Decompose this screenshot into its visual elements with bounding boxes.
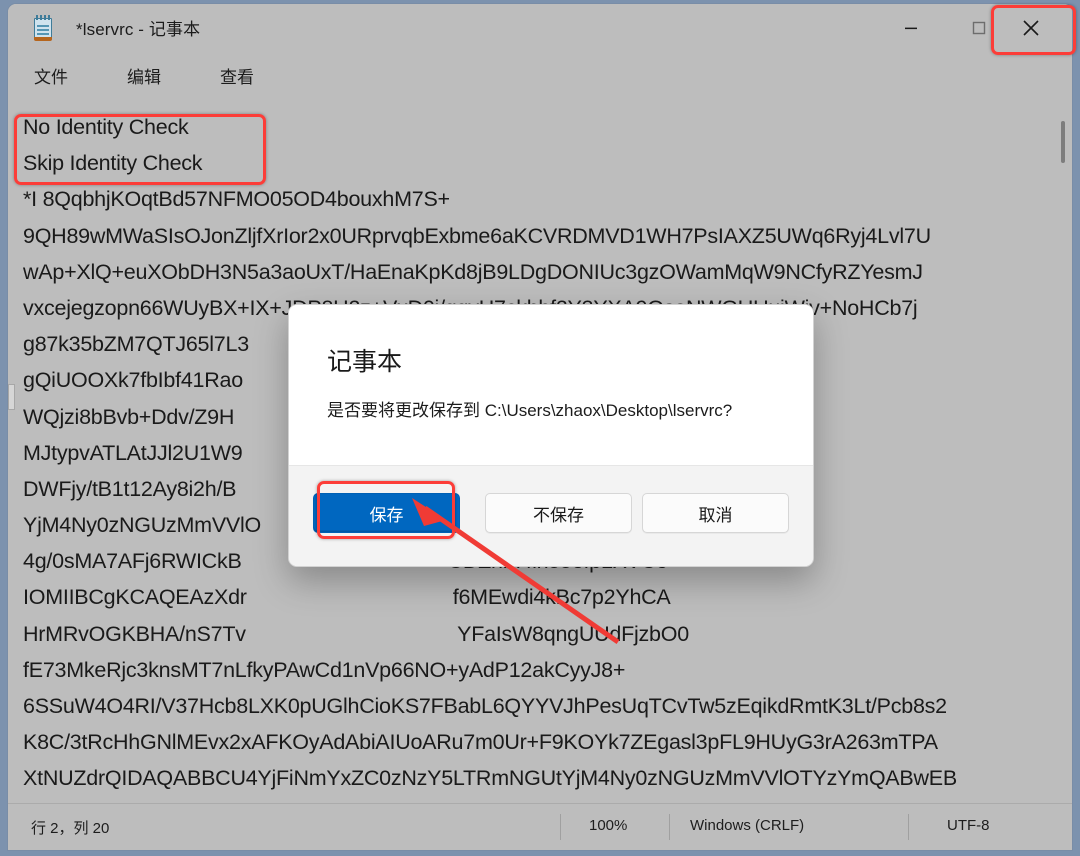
dialog-message: 是否要将更改保存到 C:\Users\zhaox\Desktop\lservrc… (327, 401, 733, 420)
editor-line: Skip Identity Check (23, 151, 203, 176)
status-cursor-position: 行 2，列 20 (31, 820, 110, 837)
editor-line: 6SSuW4O4RI/V37Hcb8LXK0pUGlhCioKS7FBabL6Q… (23, 694, 947, 718)
editor-line: *I 8QqbhjKOqtBd57NFMO05OD4bouxhM7S+ (23, 187, 450, 212)
left-scroll-nub[interactable] (8, 384, 15, 410)
title-bar: *lservrc - 记事本 (8, 4, 1072, 51)
save-changes-dialog: 记事本 是否要将更改保存到 C:\Users\zhaox\Desktop\lse… (288, 304, 814, 567)
dialog-body: 记事本 是否要将更改保存到 C:\Users\zhaox\Desktop\lse… (289, 305, 813, 465)
editor-line: XtNUZdrQIDAQABBCU4YjFiNmYxZC0zNzY5LTRmNG… (23, 766, 957, 791)
status-zoom-level[interactable]: 100% (589, 817, 627, 834)
editor-line: No Identity Check (23, 115, 189, 139)
cancel-button[interactable]: 取消 (642, 493, 789, 533)
status-divider (908, 814, 909, 840)
maximize-button[interactable] (956, 4, 1002, 51)
dialog-footer: 保存 不保存 取消 (289, 465, 813, 566)
editor-line: wAp+XlQ+euXObDH3N5a3aoUxT/HaEnaKpKd8jB9L… (23, 259, 923, 284)
minimize-icon (905, 27, 917, 29)
screen-root: *lservrc - 记事本 文件 编辑 查看 No Identity Chec… (0, 0, 1080, 856)
close-button[interactable] (1008, 4, 1054, 51)
menu-item-view[interactable]: 查看 (214, 63, 260, 93)
menu-item-file[interactable]: 文件 (28, 63, 74, 93)
editor-line: K8C/3tRcHhGNlMEvx2xAFKOyAdAbiAIUoARu7m0U… (23, 730, 938, 755)
close-icon (1023, 19, 1039, 36)
editor-line: HrMRvOGKBHA/nS7Tv YFaIsW8qngUUdFjzbO0 (23, 621, 689, 646)
save-button[interactable]: 保存 (313, 493, 460, 533)
dont-save-button[interactable]: 不保存 (485, 493, 632, 533)
editor-line: fE73MkeRjc3knsMT7nLfkyPAwCd1nVp66NO+yAdP… (23, 657, 626, 682)
notepad-icon (31, 15, 55, 41)
editor-line: IOMIIBCgKCAQEAzXdr f6MEwdi4kBc7p2YhCA (23, 585, 671, 610)
status-line-ending[interactable]: Windows (CRLF) (690, 817, 804, 834)
status-bar: 行 2，列 20 100% Windows (CRLF) UTF-8 (8, 803, 1072, 850)
status-divider (560, 814, 561, 840)
menu-item-edit[interactable]: 编辑 (121, 63, 167, 93)
notepad-window: *lservrc - 记事本 文件 编辑 查看 No Identity Chec… (8, 4, 1072, 850)
maximize-icon (972, 21, 986, 34)
status-divider (669, 814, 670, 840)
menu-bar: 文件 编辑 查看 (8, 51, 1072, 134)
window-title: *lservrc - 记事本 (76, 20, 201, 39)
scrollbar-thumb[interactable] (1061, 121, 1065, 163)
status-encoding[interactable]: UTF-8 (947, 817, 990, 834)
vertical-scrollbar[interactable] (1060, 103, 1066, 816)
editor-line: 9QH89wMWaSIsOJonZljfXrIor2x0URprvqbExbme… (23, 223, 931, 248)
minimize-button[interactable] (888, 4, 934, 51)
dialog-title: 记事本 (327, 348, 403, 376)
